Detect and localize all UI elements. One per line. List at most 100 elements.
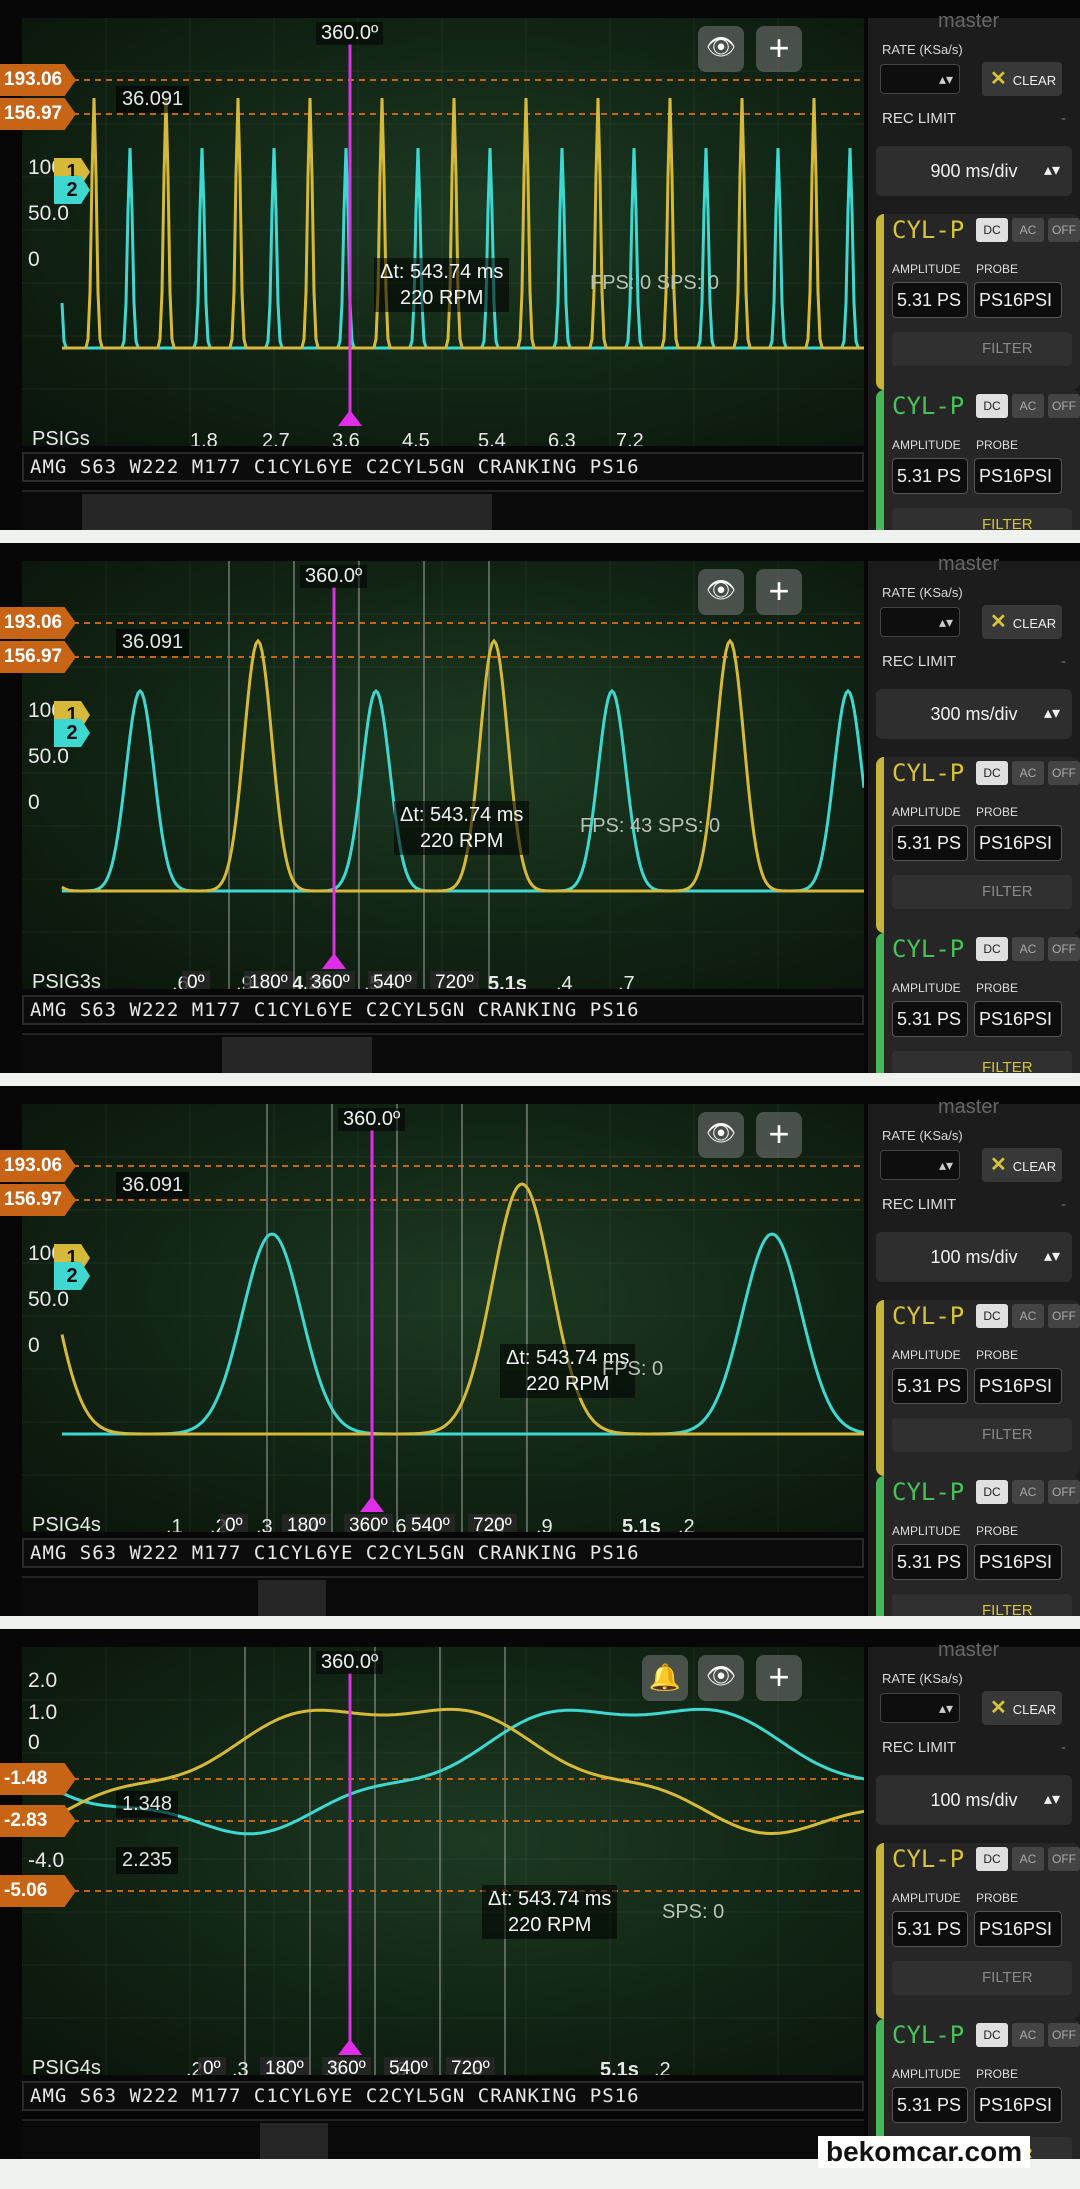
scope-view[interactable]: 360.0º10050.00.1.2.3.4.8.95.1s.2PSIG4s.6… (22, 1104, 864, 1532)
probe-select[interactable]: PS16PSI (974, 282, 1062, 318)
add-icon[interactable]: + (756, 569, 802, 615)
coupling-off-button[interactable]: OFF (1048, 394, 1080, 418)
level-marker[interactable]: 156.97 (0, 98, 76, 130)
coupling-dc-button[interactable]: DC (976, 761, 1008, 785)
filter-button[interactable]: FILTER (892, 875, 1072, 909)
crank-degree-chip[interactable]: 720º (430, 971, 479, 989)
rate-stepper[interactable]: ▴▾ (880, 607, 960, 637)
amplitude-select[interactable]: 5.31 PS (892, 1911, 968, 1947)
level-marker[interactable]: 156.97 (0, 641, 76, 673)
coupling-off-button[interactable]: OFF (1048, 218, 1080, 242)
crank-degree-chip[interactable]: 720º (446, 2057, 495, 2075)
rate-stepper[interactable]: ▴▾ (880, 1150, 960, 1180)
probe-select[interactable]: PS16PSI (974, 825, 1062, 861)
crank-degree-chip[interactable]: 360º (306, 971, 355, 989)
clear-button[interactable]: ✕ CLEAR (982, 1148, 1062, 1182)
coupling-off-button[interactable]: OFF (1048, 1480, 1080, 1504)
rate-stepper[interactable]: ▴▾ (880, 1693, 960, 1723)
crank-degree-chip[interactable]: 180º (282, 1514, 331, 1532)
coupling-dc-button[interactable]: DC (976, 937, 1008, 961)
cursor-angle-label[interactable]: 360.0º (338, 1108, 406, 1131)
clear-button[interactable]: ✕ CLEAR (982, 1691, 1062, 1725)
add-icon[interactable]: + (756, 26, 802, 72)
eye-icon[interactable]: 👁 (698, 1112, 744, 1158)
probe-select[interactable]: PS16PSI (974, 458, 1062, 494)
coupling-dc-button[interactable]: DC (976, 1480, 1008, 1504)
add-icon[interactable]: + (756, 1112, 802, 1158)
probe-select[interactable]: PS16PSI (974, 1368, 1062, 1404)
coupling-off-button[interactable]: OFF (1048, 1304, 1080, 1328)
coupling-ac-button[interactable]: AC (1012, 937, 1044, 961)
cursor-angle-label[interactable]: 360.0º (300, 565, 368, 588)
crank-degree-chip[interactable]: 0º (182, 971, 210, 989)
overview-window[interactable] (260, 2123, 328, 2159)
crank-degree-chip[interactable]: 720º (468, 1514, 517, 1532)
scope-view[interactable]: 360.0º2.01.00-1.0-4.0.2.3.4.5.85.1s.2PSI… (22, 1647, 864, 2075)
amplitude-select[interactable]: 5.31 PS (892, 458, 968, 494)
crank-degree-chip[interactable]: 360º (322, 2057, 371, 2075)
coupling-ac-button[interactable]: AC (1012, 394, 1044, 418)
level-marker[interactable]: -2.83 (0, 1805, 76, 1837)
overview-strip[interactable] (22, 490, 864, 530)
probe-select[interactable]: PS16PSI (974, 1911, 1062, 1947)
eye-icon[interactable]: 👁 (698, 569, 744, 615)
coupling-ac-button[interactable]: AC (1012, 1847, 1044, 1871)
cursor-angle-label[interactable]: 360.0º (316, 22, 384, 45)
channel-1-card[interactable]: CYL-P DC AC OFF AMPLITUDE PROBE 5.31 PS PS16PSI… (876, 757, 1080, 933)
eye-icon[interactable]: 👁 (698, 1655, 744, 1701)
overview-strip[interactable] (22, 1576, 864, 1616)
overview-window[interactable] (82, 494, 492, 530)
crank-degree-chip[interactable]: 540º (368, 971, 417, 989)
crank-degree-chip[interactable]: 0º (220, 1514, 248, 1532)
amplitude-select[interactable]: 5.31 PS (892, 2087, 968, 2123)
overview-window[interactable] (222, 1037, 372, 1073)
probe-select[interactable]: PS16PSI (974, 1544, 1062, 1580)
amplitude-select[interactable]: 5.31 PS (892, 1001, 968, 1037)
filter-button[interactable]: FILTER (892, 1961, 1072, 1995)
coupling-ac-button[interactable]: AC (1012, 761, 1044, 785)
coupling-off-button[interactable]: OFF (1048, 1847, 1080, 1871)
level-marker[interactable]: -1.48 (0, 1763, 76, 1795)
coupling-dc-button[interactable]: DC (976, 394, 1008, 418)
rate-stepper[interactable]: ▴▾ (880, 64, 960, 94)
crank-degree-chip[interactable]: 180º (244, 971, 293, 989)
eye-icon[interactable]: 👁 (698, 26, 744, 72)
filter-button[interactable]: FILTER (892, 1418, 1072, 1452)
amplitude-select[interactable]: 5.31 PS (892, 1544, 968, 1580)
timebase-select[interactable]: 100 ms/div ▴▾ (876, 1232, 1072, 1282)
crank-degree-chip[interactable]: 360º (344, 1514, 393, 1532)
coupling-dc-button[interactable]: DC (976, 218, 1008, 242)
crank-degree-chip[interactable]: 540º (384, 2057, 433, 2075)
coupling-dc-button[interactable]: DC (976, 1304, 1008, 1328)
scope-view[interactable]: 360.0º 100 50.0 0 1.8 2.7 3.6 5.4 6.3 7.2 PSIGs 4.5… (22, 18, 864, 446)
channel-2-card[interactable]: CYL-P DC AC OFF AMPLITUDE PROBE 5.31 PS PS16PSI… (876, 390, 1080, 530)
coupling-dc-button[interactable]: DC (976, 2023, 1008, 2047)
channel-2-card[interactable]: CYL-P DC AC OFF AMPLITUDE PROBE 5.31 PS PS16PSI… (876, 1476, 1080, 1616)
amplitude-select[interactable]: 5.31 PS (892, 825, 968, 861)
overview-strip[interactable] (22, 1033, 864, 1073)
crank-degree-chip[interactable]: 0º (198, 2057, 226, 2075)
overview-window[interactable] (258, 1580, 326, 1616)
overview-strip[interactable] (22, 2119, 864, 2159)
amplitude-select[interactable]: 5.31 PS (892, 1368, 968, 1404)
crank-degree-chip[interactable]: 180º (260, 2057, 309, 2075)
bell-icon[interactable]: 🔔 (642, 1655, 688, 1701)
level-marker[interactable]: 193.06 (0, 1150, 76, 1182)
clear-button[interactable]: ✕ CLEAR (982, 62, 1062, 96)
channel-1-card[interactable]: CYL-P DC AC OFF AMPLITUDE PROBE 5.31 PS PS16PSI… (876, 1300, 1080, 1476)
crank-degree-chip[interactable]: 540º (406, 1514, 455, 1532)
probe-select[interactable]: PS16PSI (974, 2087, 1062, 2123)
filter-button[interactable]: FILTER (892, 508, 1072, 530)
amplitude-select[interactable]: 5.31 PS (892, 282, 968, 318)
probe-select[interactable]: PS16PSI (974, 1001, 1062, 1037)
coupling-ac-button[interactable]: AC (1012, 2023, 1044, 2047)
timebase-select[interactable]: 900 ms/div ▴▾ (876, 146, 1072, 196)
channel-2-card[interactable]: CYL-P DC AC OFF AMPLITUDE PROBE 5.31 PS PS16PSI… (876, 933, 1080, 1073)
coupling-off-button[interactable]: OFF (1048, 2023, 1080, 2047)
coupling-ac-button[interactable]: AC (1012, 1304, 1044, 1328)
level-marker[interactable]: 193.06 (0, 64, 76, 96)
channel-1-card[interactable]: CYL-P DC AC OFF AMPLITUDE PROBE 5.31 PS PS16PSI… (876, 214, 1080, 390)
filter-button[interactable]: FILTER (892, 332, 1072, 366)
level-marker[interactable]: 193.06 (0, 607, 76, 639)
coupling-ac-button[interactable]: AC (1012, 1480, 1044, 1504)
